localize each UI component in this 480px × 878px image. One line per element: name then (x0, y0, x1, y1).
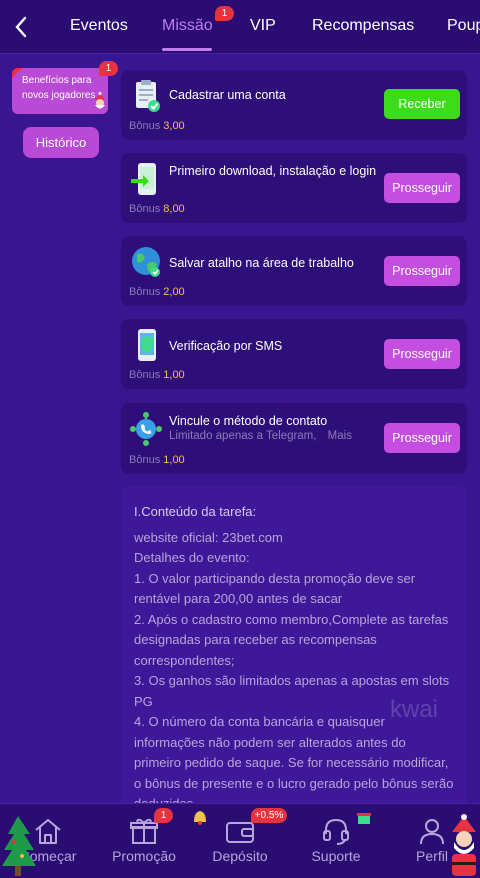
promotion-badge: 1 (154, 808, 173, 823)
details-item: 2. Após o cadastro como membro,Complete … (134, 611, 449, 668)
task-card-shortcut: Salvar atalho na área de trabalho Bônus … (121, 236, 467, 306)
santa-icon (95, 92, 105, 109)
task-details-panel: I.Conteúdo da tarefa: website oficial: 2… (121, 486, 467, 816)
headset-icon (323, 818, 349, 845)
more-link[interactable]: Mais (328, 430, 352, 442)
phone-shield-icon (138, 329, 156, 361)
bonus-label: Bônus (129, 454, 161, 466)
bonus-value: 2,00 (163, 286, 185, 298)
watermark: kwai (390, 696, 439, 723)
task-title: Primeiro download, instalação e login (169, 164, 377, 178)
contact-network-icon (130, 412, 162, 446)
nav-item-promotion[interactable]: Promoção (96, 804, 192, 878)
bonus-label: Bônus (129, 286, 161, 298)
christmas-tree-icon (2, 816, 36, 876)
corner-ribbon (12, 68, 22, 78)
tab-recompensas[interactable]: Recompensas (312, 17, 414, 35)
tab-missao[interactable]: Missão (162, 17, 213, 35)
nav-label: Suporte (311, 848, 361, 864)
bonus-label: Bônus (129, 203, 161, 215)
task-card-contact: Vincule o método de contato Limitado ape… (121, 403, 467, 474)
history-button[interactable]: Histórico (23, 127, 99, 158)
active-tab-indicator (162, 48, 212, 51)
task-card-register: Cadastrar uma conta Bônus 3,00 Receber (121, 70, 467, 140)
bottom-navigation: Começar Promoção Depósito Suporte Perfil (0, 803, 480, 878)
bonus-label: Bônus (129, 120, 161, 132)
task-title: Vincule o método de contato (169, 414, 328, 428)
proceed-button[interactable]: Prosseguir (384, 256, 460, 286)
proceed-button[interactable]: Prosseguir (384, 339, 460, 369)
clipboard-check-icon (136, 80, 160, 112)
back-button[interactable] (0, 0, 42, 54)
top-navigation: Eventos Missão VIP Recompensas Poup 1 (0, 0, 480, 54)
tab-poupanca[interactable]: Poup (447, 17, 480, 35)
bonus-label: Bônus (129, 369, 161, 381)
task-bonus: Bônus 1,00 (129, 369, 185, 381)
deposit-bonus-badge: +0.5% (251, 808, 287, 823)
bonus-value: 3,00 (163, 120, 185, 132)
tab-eventos[interactable]: Eventos (70, 17, 128, 35)
details-item: 4. O número da conta bancária e quaisque… (134, 714, 454, 811)
task-bonus: Bônus 3,00 (129, 120, 185, 132)
task-card-download: Primeiro download, instalação e login Bô… (121, 153, 467, 223)
present-icon (357, 813, 371, 824)
receive-button[interactable]: Receber (384, 89, 460, 119)
phone-download-icon (131, 163, 156, 195)
task-card-sms: Verificação por SMS Bônus 1,00 Prossegui… (121, 319, 467, 389)
task-title: Salvar atalho na área de trabalho (169, 256, 354, 270)
task-title: Verificação por SMS (169, 339, 283, 353)
details-website: website oficial: 23bet.com (134, 529, 283, 545)
nav-label: Promoção (112, 848, 176, 864)
bonus-value: 1,00 (163, 369, 185, 381)
bell-icon (194, 811, 206, 825)
details-title: I.Conteúdo da tarefa: (134, 504, 257, 519)
details-item: 1. O valor participando desta promoção d… (134, 570, 416, 607)
task-bonus: Bônus 2,00 (129, 286, 185, 298)
proceed-button[interactable]: Prosseguir (384, 173, 460, 203)
task-bonus: Bônus 1,00 (129, 454, 185, 466)
task-bonus: Bônus 8,00 (129, 203, 185, 215)
task-subtitle: Limitado apenas a Telegram, Mais (169, 430, 352, 442)
tab-notification-badge: 1 (215, 6, 234, 21)
sidebar-notification-badge: 1 (99, 61, 118, 76)
bonus-value: 1,00 (163, 454, 185, 466)
santa-icon (452, 814, 476, 876)
nav-label: Depósito (212, 848, 268, 864)
task-title: Cadastrar uma conta (169, 88, 286, 102)
globe-icon (132, 247, 160, 277)
sidebar-item-label: Benefícios para novos jogadores (22, 75, 96, 101)
user-icon (420, 819, 444, 845)
proceed-button[interactable]: Prosseguir (384, 423, 460, 453)
chevron-left-icon (15, 16, 27, 37)
bonus-value: 8,00 (163, 203, 185, 215)
details-subtitle: Detalhes do evento: (134, 550, 250, 565)
task-subtitle-text: Limitado apenas a Telegram, (169, 430, 317, 442)
tab-vip[interactable]: VIP (250, 17, 276, 35)
